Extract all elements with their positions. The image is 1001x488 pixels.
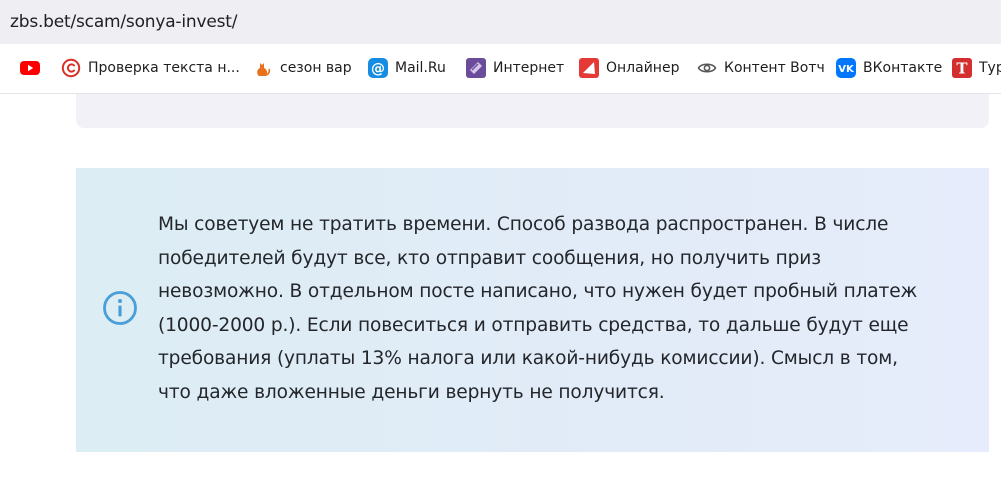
notice-line: (1000-2000 р.). Если повеситься и отправ… — [158, 314, 909, 336]
svg-text:VK: VK — [838, 64, 855, 75]
bookmark-youtube[interactable] — [20, 57, 47, 79]
copyright-icon — [61, 58, 81, 78]
bookmark-label: Проверка текста н... — [88, 60, 240, 76]
bookmark-label: сезон вар — [280, 60, 352, 76]
previous-section-block — [76, 94, 989, 128]
bookmark-season-var[interactable]: сезон вар — [253, 57, 352, 79]
svg-text:@: @ — [371, 61, 385, 77]
notice-line: что даже вложенные деньги вернуть не пол… — [158, 381, 665, 403]
notice-line: требования (уплаты 13% налога или какой-… — [158, 348, 898, 370]
bookmark-content-watch[interactable]: Контент Вотч — [697, 57, 825, 79]
bookmark-label: Mail.Ru — [395, 60, 446, 76]
notice-line: невозможно. В отдельном посте написано, … — [158, 281, 918, 303]
bookmark-label: Контент Вотч — [724, 60, 825, 76]
youtube-icon — [20, 58, 40, 78]
mail-ru-icon: @ — [368, 58, 388, 78]
notice-text: Мы советуем не тратить времени. Способ р… — [158, 208, 968, 410]
bookmark-label: ВКонтакте — [863, 60, 943, 76]
info-icon — [102, 290, 138, 326]
onliner-icon — [579, 58, 599, 78]
bookmark-mail-ru[interactable]: @ Mail.Ru — [368, 57, 446, 79]
address-bar[interactable]: zbs.bet/scam/sonya-invest/ — [0, 0, 1001, 44]
bookmark-vkontakte[interactable]: VK ВКонтакте — [836, 57, 942, 79]
eye-icon — [697, 58, 717, 78]
bookmarks-bar: Проверка текста н... сезон вар @ Mail.Ru… — [0, 44, 1001, 94]
cat-icon — [253, 58, 273, 78]
bookmark-label: Интернет — [493, 60, 565, 76]
notice-line: Мы советуем не тратить времени. Способ р… — [158, 214, 889, 235]
bookmark-label: Онлайнер — [606, 60, 680, 76]
svg-text:T: T — [956, 60, 968, 78]
vk-icon: VK — [836, 58, 856, 78]
notice-line: победителей будут все, кто отправит сооб… — [158, 247, 821, 269]
bookmark-internet[interactable]: Интернет — [466, 57, 564, 79]
bookmark-onliner[interactable]: Онлайнер — [579, 57, 679, 79]
bookmark-tur[interactable]: T Тур — [952, 57, 1001, 79]
page-content: Мы советуем не тратить времени. Способ р… — [0, 94, 1001, 488]
bookmark-label: Тур — [979, 60, 1001, 76]
t-letter-icon: T — [952, 58, 972, 78]
info-notice: Мы советуем не тратить времени. Способ р… — [76, 168, 989, 452]
internet-icon — [466, 58, 486, 78]
url-text[interactable]: zbs.bet/scam/sonya-invest/ — [10, 12, 237, 32]
bookmark-text-check[interactable]: Проверка текста н... — [61, 57, 240, 79]
